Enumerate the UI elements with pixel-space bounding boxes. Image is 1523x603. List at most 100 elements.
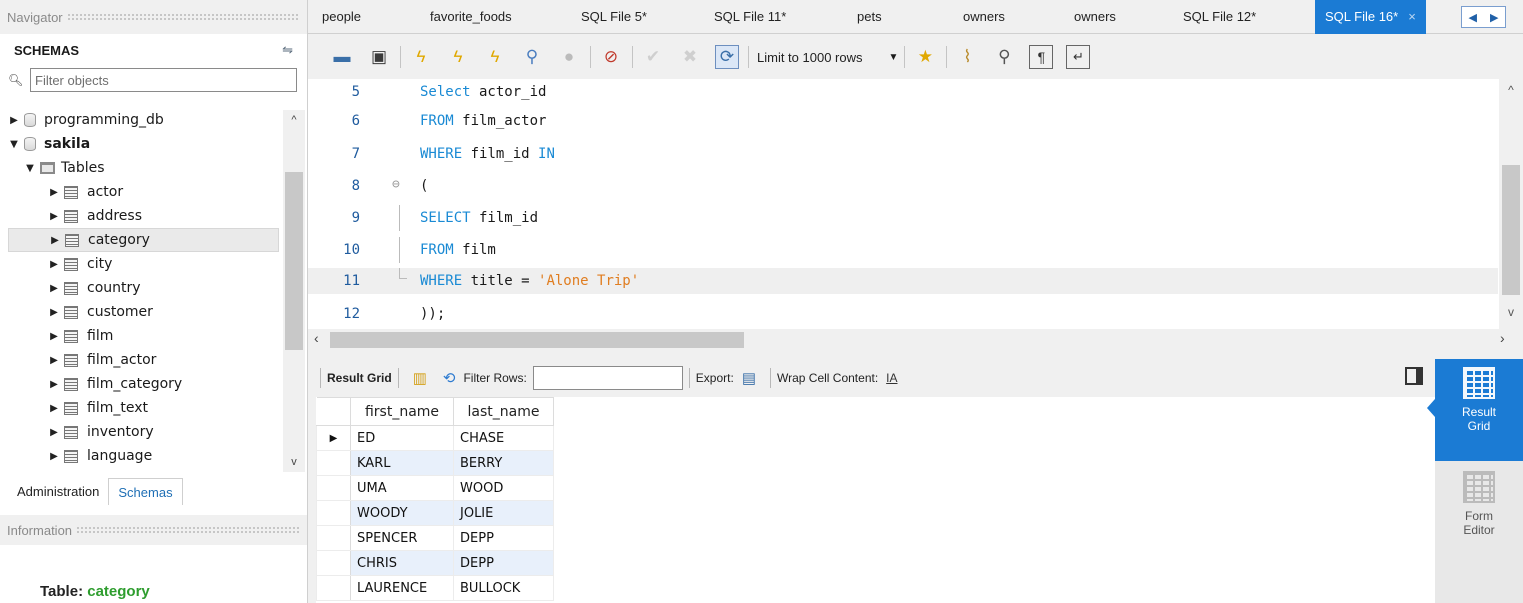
fold-collapse-icon[interactable]: ⊖: [392, 172, 400, 198]
table-row[interactable]: ▶ ED CHASE: [316, 425, 554, 451]
table-cell[interactable]: DEPP: [453, 550, 554, 576]
collapse-arrow-icon[interactable]: ▼: [8, 139, 20, 150]
table-cell[interactable]: CHASE: [453, 425, 554, 451]
code-text[interactable]: FROM film_actor: [420, 108, 546, 134]
expand-arrow-icon[interactable]: ▶: [48, 403, 60, 414]
filter-rows-input[interactable]: [532, 366, 683, 390]
tree-item-table[interactable]: ▶ inventory: [8, 420, 308, 444]
code-line-current[interactable]: 11 WHERE title = 'Alone Trip': [308, 268, 1498, 294]
add-snippet-icon[interactable]: ★: [913, 45, 937, 69]
tab-sql-file-12[interactable]: SQL File 12*: [1183, 0, 1256, 34]
tree-item-table[interactable]: ▶ film_actor: [8, 348, 308, 372]
close-tab-icon[interactable]: ×: [1408, 9, 1416, 24]
tree-item-table[interactable]: ▶ address: [8, 204, 308, 228]
expand-arrow-icon[interactable]: ▶: [48, 211, 60, 222]
open-folder-icon[interactable]: ▬: [330, 45, 354, 69]
limit-rows-select[interactable]: Limit to 1000 rows: [757, 50, 863, 65]
expand-arrow-icon[interactable]: ▶: [48, 283, 60, 294]
tab-pets[interactable]: pets: [857, 0, 882, 34]
tree-item-table[interactable]: ▶ film: [8, 324, 308, 348]
expand-arrow-icon[interactable]: ▶: [48, 451, 60, 462]
table-cell[interactable]: WOODY: [350, 500, 454, 526]
code-text[interactable]: WHERE title = 'Alone Trip': [420, 268, 639, 294]
refresh-icon[interactable]: ⟲: [443, 369, 456, 387]
table-row[interactable]: CHRIS DEPP: [316, 550, 554, 576]
table-row[interactable]: WOODY JOLIE: [316, 500, 554, 526]
tree-item-table[interactable]: ▶ language: [8, 444, 308, 468]
table-cell[interactable]: UMA: [350, 475, 454, 501]
expand-arrow-icon[interactable]: ▶: [48, 307, 60, 318]
execute-current-icon[interactable]: ϟ: [446, 45, 470, 69]
invisible-chars-icon[interactable]: ¶: [1029, 45, 1054, 69]
tab-administration[interactable]: Administration: [8, 478, 108, 505]
expand-arrow-icon[interactable]: ▶: [49, 235, 61, 246]
code-line[interactable]: 8 ⊖ (: [308, 173, 1498, 199]
code-text[interactable]: Select actor_id: [420, 79, 546, 105]
toggle-error-icon[interactable]: ⊘: [599, 45, 623, 69]
refresh-icon[interactable]: ⇋: [282, 42, 293, 58]
tab-sql-file-5[interactable]: SQL File 5*: [581, 0, 647, 34]
tree-item-table-selected[interactable]: ▶ category: [8, 228, 279, 252]
tree-item-table[interactable]: ▶ film_text: [8, 396, 308, 420]
tree-item-sakila[interactable]: ▼ sakila: [8, 132, 308, 156]
rollback-icon[interactable]: ✖: [678, 45, 702, 69]
tree-item-table[interactable]: ▶ actor: [8, 180, 308, 204]
tab-scroll-right-icon[interactable]: ▶: [1490, 11, 1498, 24]
table-cell[interactable]: BULLOCK: [453, 575, 554, 601]
scroll-up-icon[interactable]: ^: [1499, 83, 1523, 97]
scroll-up-icon[interactable]: ^: [283, 110, 305, 130]
columns-icon[interactable]: ▥: [413, 369, 427, 387]
collapse-arrow-icon[interactable]: ▼: [24, 163, 36, 174]
table-cell[interactable]: LAURENCE: [350, 575, 454, 601]
tree-item-table[interactable]: ▶ film_category: [8, 372, 308, 396]
expand-arrow-icon[interactable]: ▶: [48, 355, 60, 366]
tab-sql-file-11[interactable]: SQL File 11*: [714, 0, 786, 34]
code-line[interactable]: 12 ));: [308, 301, 1498, 327]
tab-sql-file-16-active[interactable]: SQL File 16* ×: [1315, 0, 1426, 34]
tab-owners[interactable]: owners: [963, 0, 1005, 34]
toggle-panel-icon[interactable]: [1405, 367, 1423, 385]
commit-icon[interactable]: ✔: [641, 45, 665, 69]
code-line[interactable]: 6 FROM film_actor: [308, 108, 1498, 134]
result-grid-side-button[interactable]: Result Grid: [1427, 359, 1523, 461]
tree-item-table[interactable]: ▶ customer: [8, 300, 308, 324]
filter-objects-input[interactable]: [30, 68, 297, 92]
code-line[interactable]: 5 Select actor_id: [308, 79, 1498, 105]
scroll-down-icon[interactable]: v: [1499, 305, 1523, 319]
execute-selection-icon[interactable]: ϟ: [483, 45, 507, 69]
table-cell[interactable]: DEPP: [453, 525, 554, 551]
column-header[interactable]: first_name: [350, 397, 454, 426]
scrollbar-thumb[interactable]: [1502, 165, 1520, 295]
chevron-down-icon[interactable]: ▼: [889, 52, 899, 63]
table-cell[interactable]: WOOD: [453, 475, 554, 501]
find-icon[interactable]: ⚲: [992, 45, 1016, 69]
editor-vertical-scrollbar[interactable]: ^ v: [1499, 79, 1523, 329]
tree-item-tables-folder[interactable]: ▼ Tables: [8, 156, 308, 180]
expand-arrow-icon[interactable]: ▶: [48, 187, 60, 198]
editor-horizontal-scrollbar[interactable]: ‹ ›: [308, 329, 1523, 349]
table-row[interactable]: LAURENCE BULLOCK: [316, 575, 554, 601]
column-header[interactable]: last_name: [453, 397, 554, 426]
tree-item-table[interactable]: ▶ city: [8, 252, 308, 276]
code-line[interactable]: 10 FROM film: [308, 237, 1498, 263]
table-cell[interactable]: JOLIE: [453, 500, 554, 526]
tab-favorite-foods[interactable]: favorite_foods: [430, 0, 512, 34]
expand-arrow-icon[interactable]: ▶: [48, 379, 60, 390]
table-cell[interactable]: KARL: [350, 450, 454, 476]
save-icon[interactable]: ▣: [367, 45, 391, 69]
tree-item-table[interactable]: ▶ country: [8, 276, 308, 300]
sql-editor[interactable]: 5 Select actor_id 6 FROM film_actor 7 WH…: [308, 79, 1523, 329]
table-cell[interactable]: ED: [350, 425, 454, 451]
result-grid-button[interactable]: Result Grid: [327, 371, 392, 385]
execute-icon[interactable]: ϟ: [409, 45, 433, 69]
code-text[interactable]: WHERE film_id IN: [420, 141, 555, 167]
tab-people[interactable]: people: [322, 0, 361, 34]
expand-arrow-icon[interactable]: ▶: [48, 259, 60, 270]
explain-icon[interactable]: ⚲: [520, 45, 544, 69]
scrollbar-thumb[interactable]: [285, 172, 303, 350]
navigator-scrollbar[interactable]: ^ v: [283, 110, 305, 472]
tree-item-programming-db[interactable]: ▶ programming_db: [8, 108, 308, 132]
table-cell[interactable]: SPENCER: [350, 525, 454, 551]
table-row[interactable]: UMA WOOD: [316, 475, 554, 501]
tab-owners-2[interactable]: owners: [1074, 0, 1116, 34]
